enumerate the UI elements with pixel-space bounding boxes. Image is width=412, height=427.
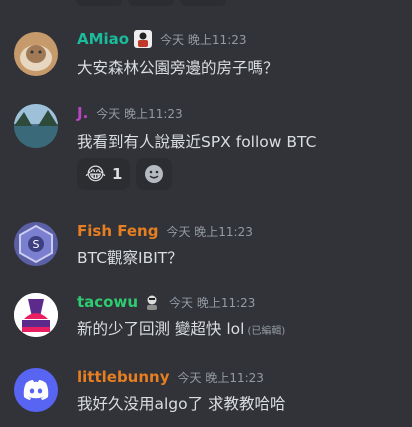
smile-add-icon xyxy=(145,165,164,183)
reaction-pill-partial[interactable] xyxy=(180,0,226,6)
author-name[interactable]: Fish Feng xyxy=(77,222,158,240)
avatar[interactable] xyxy=(14,32,58,76)
reaction-pill-partial[interactable] xyxy=(128,0,174,6)
author-name[interactable]: littlebunny xyxy=(77,368,170,386)
avatar[interactable] xyxy=(14,293,58,337)
timestamp[interactable]: 今天 晚上11:23 xyxy=(166,223,252,240)
user-badge-icon[interactable] xyxy=(134,30,153,48)
user-badge-icon[interactable] xyxy=(143,293,161,311)
timestamp[interactable]: 今天 晚上11:23 xyxy=(169,294,255,311)
svg-text:S: S xyxy=(33,238,40,251)
author-name[interactable]: J. xyxy=(77,104,88,122)
message-text: 大安森林公園旁邊的房子嗎？ xyxy=(77,59,279,77)
message-body: 新的少了回測 變超快 lol xyxy=(77,320,245,338)
avatar[interactable]: S xyxy=(14,222,58,266)
author-name[interactable]: tacowu xyxy=(77,293,138,311)
message-text: BTC觀察IBIT？ xyxy=(77,249,183,267)
avatar[interactable] xyxy=(14,368,58,412)
joy-emoji-icon: 😂 xyxy=(85,163,107,185)
author-name[interactable]: AMiao xyxy=(77,30,129,48)
discord-logo-icon xyxy=(14,368,58,412)
avatar[interactable] xyxy=(14,104,58,148)
message-text: 我看到有人說最近SPX follow BTC xyxy=(77,133,317,151)
timestamp[interactable]: 今天 晚上11:23 xyxy=(178,369,264,386)
reaction-pill-partial[interactable] xyxy=(76,0,122,6)
add-reaction-button[interactable] xyxy=(136,158,173,190)
edited-label: (已編輯) xyxy=(247,326,286,337)
previous-message-reactions xyxy=(76,0,226,6)
timestamp[interactable]: 今天 晚上11:23 xyxy=(160,31,246,48)
message-text: 我好久没用algo了 求教教哈哈 xyxy=(77,395,286,413)
timestamp[interactable]: 今天 晚上11:23 xyxy=(96,105,182,122)
reaction-button[interactable]: 😂 1 xyxy=(77,158,131,190)
message-text: 新的少了回測 變超快 lol (已編輯) xyxy=(77,317,285,339)
reaction-count: 1 xyxy=(112,165,123,183)
